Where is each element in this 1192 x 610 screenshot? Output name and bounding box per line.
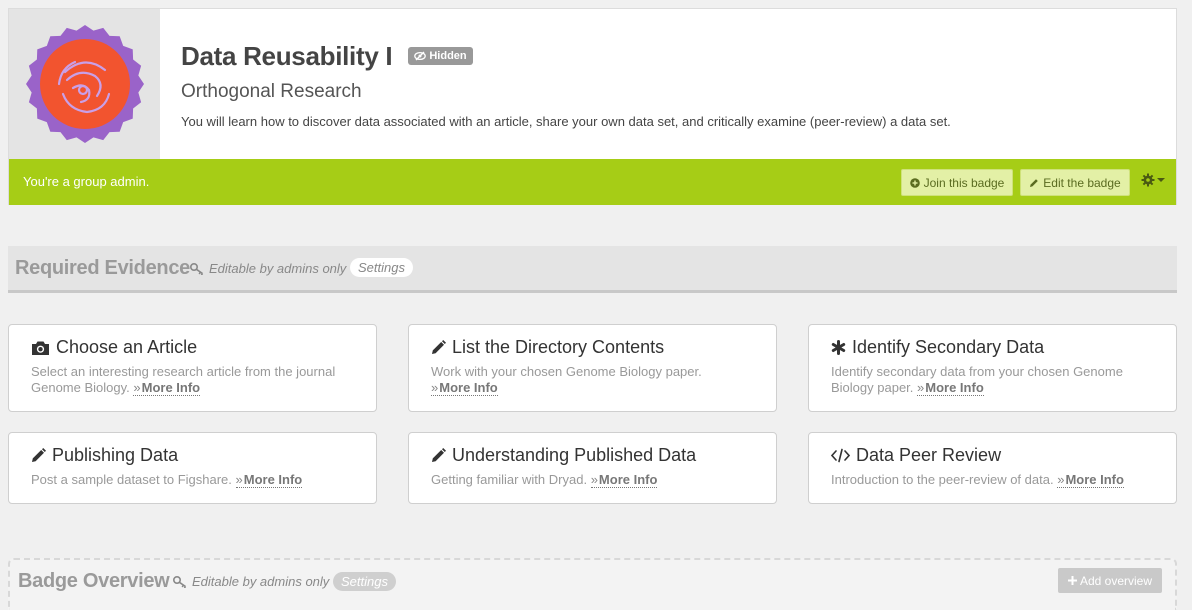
caret-down-icon	[1157, 178, 1165, 182]
double-chevron-icon: »	[1057, 472, 1065, 487]
pencil-icon	[432, 448, 446, 462]
hidden-tag-label: Hidden	[429, 50, 467, 62]
plus-icon	[1067, 576, 1077, 585]
edit-badge-label: Edit the badge	[1043, 175, 1121, 190]
evidence-card-publishing-data[interactable]: Publishing Data Post a sample dataset to…	[8, 432, 377, 504]
eye-slash-icon	[414, 51, 427, 61]
plus-circle-icon	[909, 177, 920, 188]
evidence-description: Introduction to the peer-review of data.	[831, 472, 1054, 487]
join-badge-label: Join this badge	[923, 175, 1005, 190]
more-info-link[interactable]: »More Info	[590, 472, 658, 488]
more-info-link[interactable]: »More Info	[235, 472, 303, 488]
key-icon	[173, 575, 187, 588]
asterisk-icon	[831, 340, 846, 355]
badge-overview-title: Badge Overview	[18, 570, 170, 592]
more-info-label: More Info	[243, 472, 303, 487]
admin-status-text: You're a group admin.	[23, 174, 150, 189]
evidence-title: Understanding Published Data	[452, 445, 697, 465]
evidence-title: List the Directory Contents	[452, 337, 665, 357]
evidence-title: Choose an Article	[56, 337, 198, 357]
admin-only-note-text: Editable by admins only	[192, 574, 330, 589]
evidence-title: Publishing Data	[52, 445, 179, 465]
more-info-label: More Info	[141, 380, 201, 395]
badge-overview-settings-button[interactable]: Settings	[333, 572, 396, 591]
evidence-description: Post a sample dataset to Figshare.	[31, 472, 232, 487]
code-icon	[831, 448, 850, 463]
required-evidence-settings-button[interactable]: Settings	[350, 258, 413, 277]
required-evidence-title: Required Evidence	[15, 257, 190, 279]
gear-dropdown[interactable]	[1141, 173, 1165, 187]
admin-only-note-text: Editable by admins only	[209, 261, 347, 276]
admin-only-note: Editable by admins only	[173, 574, 329, 589]
admin-only-note: Editable by admins only	[190, 261, 346, 276]
pencil-icon	[1030, 178, 1039, 187]
double-chevron-icon: »	[590, 472, 598, 487]
more-info-label: More Info	[598, 472, 658, 487]
evidence-title: Identify Secondary Data	[852, 337, 1045, 357]
pencil-icon	[32, 448, 46, 462]
more-info-link[interactable]: »More Info	[431, 380, 498, 396]
evidence-card-data-peer-review[interactable]: Data Peer Review Introduction to the pee…	[808, 432, 1177, 504]
double-chevron-icon: »	[431, 380, 439, 395]
badge-image	[9, 9, 160, 159]
badge-seal-icon	[26, 25, 144, 143]
evidence-description: Getting familiar with Dryad.	[431, 472, 588, 487]
evidence-card-directory-contents[interactable]: List the Directory Contents Work with yo…	[408, 324, 777, 412]
evidence-card-understanding-published-data[interactable]: Understanding Published Data Getting fam…	[408, 432, 777, 504]
key-icon	[190, 262, 204, 275]
badge-header-card: Data Reusability I Hidden Orthogonal Res…	[8, 8, 1177, 205]
join-badge-button[interactable]: Join this badge	[901, 169, 1013, 196]
double-chevron-icon: »	[917, 380, 925, 395]
more-info-label: More Info	[439, 380, 498, 395]
more-info-link[interactable]: »More Info	[133, 380, 201, 396]
edit-badge-button[interactable]: Edit the badge	[1020, 169, 1130, 196]
pencil-icon	[432, 340, 446, 354]
badge-description: You will learn how to discover data asso…	[181, 114, 951, 129]
double-chevron-icon: »	[235, 472, 243, 487]
hidden-badge-tag: Hidden	[408, 47, 473, 65]
evidence-description: Work with your chosen Genome Biology pap…	[431, 364, 702, 379]
admin-bar: You're a group admin. Join this badge Ed…	[9, 159, 1176, 205]
add-overview-label: Add overview	[1079, 573, 1153, 588]
badge-title: Data Reusability I	[181, 40, 393, 71]
double-chevron-icon: »	[133, 380, 141, 395]
add-overview-button[interactable]: Add overview	[1058, 568, 1162, 593]
evidence-card-secondary-data[interactable]: Identify Secondary Data Identify seconda…	[808, 324, 1177, 412]
more-info-label: More Info	[1065, 472, 1124, 487]
evidence-title: Data Peer Review	[856, 445, 1002, 465]
gear-icon	[1141, 173, 1155, 187]
more-info-link[interactable]: »More Info	[917, 380, 984, 396]
group-name[interactable]: Orthogonal Research	[181, 81, 362, 103]
camera-icon	[32, 341, 49, 355]
required-evidence-header: Required Evidence Editable by admins onl…	[8, 246, 1177, 293]
badge-overview-section: Badge Overview Editable by admins only S…	[8, 558, 1177, 610]
more-info-link[interactable]: »More Info	[1057, 472, 1124, 488]
more-info-label: More Info	[925, 380, 984, 395]
evidence-card-choose-article[interactable]: Choose an Article Select an interesting …	[8, 324, 377, 412]
